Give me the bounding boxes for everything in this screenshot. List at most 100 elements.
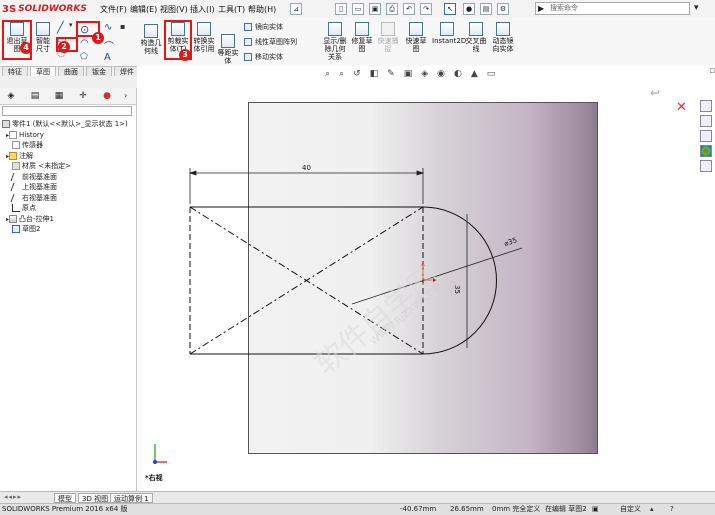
tab-surfaces[interactable]: 曲面 (58, 66, 84, 76)
intersection-curve-button[interactable]: 交叉曲线 (464, 22, 488, 53)
tab-model[interactable]: 模型 (54, 493, 76, 503)
pin-icon[interactable]: ⊿ (290, 3, 302, 15)
dynamic-mirror-button[interactable]: 动态镜向实体 (490, 22, 516, 53)
panel-expand-icon[interactable]: › (124, 91, 127, 100)
status-z: 0mm 完全定义 (492, 505, 541, 513)
offset-entities-button[interactable]: 等距实体 (217, 34, 239, 65)
print-icon[interactable]: ⎙ (386, 3, 398, 15)
tree-item-boss-extrude[interactable]: ▸ 凸台-拉伸1 (2, 214, 134, 225)
watermark-text: 软件自学网 (309, 259, 446, 382)
feature-manager-tab-icon[interactable]: ◈ (4, 90, 18, 102)
construction-geometry-button[interactable]: 构造几何线 (140, 24, 162, 55)
display-manager-tab-icon[interactable]: ● (100, 90, 114, 102)
part-icon (2, 120, 10, 128)
feature-tree: 零件1 (默认<<默认>_显示状态 1>) ▸ History 传感器 ▸ 注解 材… (2, 119, 134, 235)
undo-icon[interactable]: ↶ (403, 3, 415, 15)
tree-item-annotations[interactable]: ▸ 注解 (2, 151, 134, 162)
tab-features[interactable]: 特征 (2, 66, 28, 76)
tree-item-material[interactable]: 材质 <未指定> (2, 161, 134, 172)
polygon-icon[interactable]: ⬠ (80, 52, 88, 62)
tree-item-sketch2[interactable]: 草图2 (2, 224, 134, 235)
status-dropdown-icon[interactable]: ▴ (650, 504, 654, 515)
tab-3d-view[interactable]: 3D 视图 (78, 493, 113, 503)
line-dropdown-icon[interactable]: ▾ (69, 21, 73, 29)
tree-root[interactable]: 零件1 (默认<<默认>_显示状态 1>) (2, 119, 134, 130)
file-properties-icon[interactable]: ▤ (480, 3, 492, 15)
rebuild-icon[interactable]: ● (463, 3, 475, 15)
search-input[interactable]: 搜索命令 (535, 2, 690, 15)
tree-item-sensors[interactable]: 传感器 (2, 140, 134, 151)
tree-item-right-plane[interactable]: 右视基准面 (2, 193, 134, 204)
history-icon (9, 130, 18, 139)
extrude-icon (9, 214, 18, 223)
tree-item-front-plane[interactable]: 前视基准面 (2, 172, 134, 183)
solidworks-logo[interactable]: 3S SOLIDWORKS (2, 2, 87, 16)
title-bar: 3S SOLIDWORKS 文件(F) 编辑(E) 视图(V) 插入(I) 工具… (0, 0, 715, 19)
smart-dimension-button[interactable]: 智能尺寸 (33, 22, 53, 53)
dynamic-mirror-icon (496, 22, 510, 36)
status-units-icon[interactable]: ▣ (592, 504, 599, 515)
save-icon[interactable]: ▣ (369, 3, 381, 15)
spline-icon[interactable]: ∿ (104, 22, 112, 33)
move-entities-button[interactable]: 移动实体 (244, 52, 314, 62)
rapid-sketch-icon (409, 22, 423, 36)
status-custom[interactable]: 自定义 (620, 504, 641, 515)
tab-motion-study[interactable]: 运动算例 1 (110, 493, 153, 503)
plane-icon (10, 183, 22, 191)
trim-entities-icon (171, 22, 185, 36)
property-manager-tab-icon[interactable]: ▤ (28, 90, 42, 102)
status-help-icon[interactable]: ? (670, 504, 674, 515)
dimension-40-text[interactable]: 40 (302, 164, 311, 172)
open-folder-icon[interactable]: ▭ (352, 3, 364, 15)
command-manager-ribbon: 退出草图 4 智能尺寸 ╱ ▭ ◌ ▾ ⊙ 1 2 ◠ ⬠ ∿ ⌒ A ▪ 构造… (0, 18, 715, 67)
menu-edit[interactable]: 编辑(E) (130, 4, 157, 15)
origin-icon (12, 204, 20, 212)
search-dropdown-icon[interactable]: ▾ (694, 3, 699, 13)
convert-entities-button[interactable]: 转换实体引用 (193, 22, 215, 53)
tab-sketch[interactable]: 草图 (30, 66, 56, 76)
menu-view[interactable]: 视图(V) (160, 4, 188, 15)
select-cursor-icon[interactable]: ↖ (444, 3, 456, 15)
circle-icon[interactable]: ⊙ (80, 23, 89, 36)
menu-insert[interactable]: 插入(I) (190, 4, 215, 15)
dimxpert-tab-icon[interactable]: ✛ (76, 90, 90, 102)
tree-item-origin[interactable]: 原点 (2, 203, 134, 214)
configuration-manager-tab-icon[interactable]: ▦ (52, 90, 66, 102)
tab-scroll-arrows-icon[interactable]: ◂◂▸▸ (4, 493, 22, 501)
mirror-entities-button[interactable]: 镜向实体 (244, 22, 314, 32)
sketch-icon (12, 225, 20, 233)
sensors-icon (12, 141, 20, 149)
tab-sheet-metal[interactable]: 钣金 (86, 66, 112, 76)
point-icon[interactable]: ▪ (120, 22, 125, 31)
construction-geometry-icon (144, 24, 158, 38)
linear-pattern-button[interactable]: 线性草图阵列 (244, 37, 314, 47)
step-badge-4: 4 (20, 42, 32, 54)
fillet-icon[interactable]: ⌒ (104, 38, 114, 53)
filter-input[interactable] (2, 106, 132, 116)
line-icon[interactable]: ╱ (57, 21, 64, 34)
display-delete-relations-button[interactable]: 显示/删除几何关系 (322, 22, 348, 61)
menu-help[interactable]: 帮助(H) (248, 4, 276, 15)
status-product: SOLIDWORKS Premium 2016 x64 版 (2, 505, 128, 513)
status-y: 26.65mm (450, 505, 484, 513)
instant2d-button[interactable]: Instant2D (432, 22, 466, 45)
quick-snaps-icon (381, 22, 395, 36)
menu-tools[interactable]: 工具(T) (218, 4, 245, 15)
dimension-35-text[interactable]: 35 (453, 285, 461, 294)
quick-snaps-button[interactable]: 快速捕捉 (377, 22, 399, 53)
dimension-40[interactable] (188, 168, 425, 204)
tree-item-history[interactable]: ▸ History (2, 130, 134, 141)
view-orientation-label: *右视 (145, 473, 163, 482)
arc-icon[interactable]: ◠ (80, 38, 89, 49)
options-gear-icon[interactable]: ⚙ (497, 3, 509, 15)
menu-file[interactable]: 文件(F) (100, 4, 127, 15)
redo-icon[interactable]: ↷ (420, 3, 432, 15)
tree-item-top-plane[interactable]: 上视基准面 (2, 182, 134, 193)
relations-icon (328, 22, 342, 36)
sketch-canvas[interactable]: 40 35 ⌀35 软件自学网 WWW.RJZXW.COM *右视 (137, 66, 715, 491)
rapid-sketch-button[interactable]: 快速草图 (404, 22, 428, 53)
text-icon[interactable]: A (104, 52, 111, 63)
repair-sketch-button[interactable]: 修复草图 (350, 22, 374, 53)
dimension-diameter-text[interactable]: ⌀35 (503, 236, 518, 248)
new-document-icon[interactable]: ▯ (335, 3, 347, 15)
